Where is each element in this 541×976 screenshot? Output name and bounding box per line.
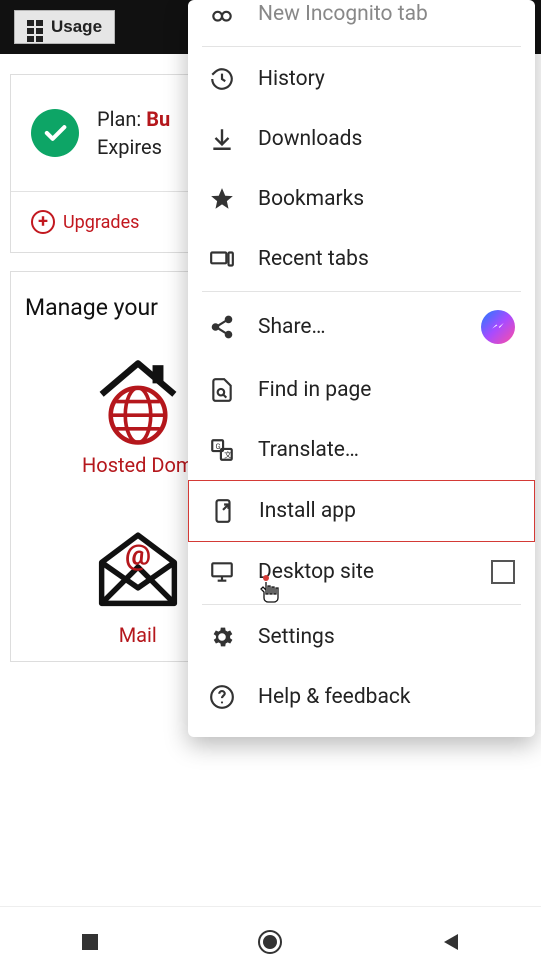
menu-item-recent-tabs[interactable]: Recent tabs xyxy=(188,229,535,289)
android-navbar xyxy=(0,906,541,976)
menu-item-translate[interactable]: G文 Translate… xyxy=(188,420,535,480)
menu-label: Find in page xyxy=(258,378,371,402)
menu-item-find-in-page[interactable]: Find in page xyxy=(188,360,535,420)
menu-label: Share… xyxy=(258,315,326,339)
menu-item-history[interactable]: History xyxy=(188,49,535,109)
upgrades-label: Upgrades xyxy=(63,212,139,233)
tile-label: Mail xyxy=(119,623,157,647)
menu-item-desktop-site[interactable]: Desktop site xyxy=(188,542,535,602)
menu-label: Recent tabs xyxy=(258,247,369,271)
menu-item-help[interactable]: Help & feedback xyxy=(188,667,535,727)
menu-label: Translate… xyxy=(258,438,359,462)
recent-tabs-icon xyxy=(208,245,236,273)
nav-back-button[interactable] xyxy=(431,922,471,962)
svg-text:@: @ xyxy=(125,538,151,572)
menu-item-bookmarks[interactable]: Bookmarks xyxy=(188,169,535,229)
browser-overflow-menu: New Incognito tab History Downloads Book… xyxy=(188,0,535,737)
grid-icon xyxy=(27,20,45,34)
find-in-page-icon xyxy=(208,376,236,404)
menu-item-install-app[interactable]: Install app xyxy=(188,480,535,542)
gear-icon xyxy=(208,623,236,651)
nav-recent-button[interactable] xyxy=(70,922,110,962)
menu-item-incognito[interactable]: New Incognito tab xyxy=(188,0,535,44)
menu-separator xyxy=(202,604,521,605)
menu-label: Downloads xyxy=(258,127,362,151)
svg-text:G: G xyxy=(216,442,221,451)
plan-text: Plan: Bu Expires xyxy=(97,105,170,161)
downloads-icon xyxy=(208,125,236,153)
help-icon xyxy=(208,683,236,711)
menu-label: History xyxy=(258,67,325,91)
incognito-icon xyxy=(208,0,236,28)
share-icon xyxy=(208,313,236,341)
plan-name: Bu xyxy=(146,107,170,131)
menu-separator xyxy=(202,46,521,47)
svg-text:文: 文 xyxy=(224,450,232,460)
menu-label: Desktop site xyxy=(258,560,374,584)
install-app-icon xyxy=(209,497,237,525)
menu-item-downloads[interactable]: Downloads xyxy=(188,109,535,169)
usage-label: Usage xyxy=(51,17,102,37)
desktop-icon xyxy=(208,558,236,586)
tile-label: Hosted Dom xyxy=(82,453,193,477)
menu-label: Help & feedback xyxy=(258,685,411,709)
envelope-at-icon: @ xyxy=(83,517,193,617)
menu-label: New Incognito tab xyxy=(258,2,428,26)
check-circle-icon xyxy=(31,109,79,157)
menu-label: Install app xyxy=(259,499,356,523)
plan-expires: Expires xyxy=(97,133,170,161)
menu-item-settings[interactable]: Settings xyxy=(188,607,535,667)
menu-label: Bookmarks xyxy=(258,187,364,211)
usage-button[interactable]: Usage xyxy=(14,10,115,44)
nav-home-button[interactable] xyxy=(250,922,290,962)
translate-icon: G文 xyxy=(208,436,236,464)
menu-label: Settings xyxy=(258,625,335,649)
desktop-site-checkbox[interactable] xyxy=(491,560,515,584)
menu-item-share[interactable]: Share… xyxy=(188,294,535,360)
menu-separator xyxy=(202,291,521,292)
messenger-icon xyxy=(481,310,515,344)
plus-circle-icon: + xyxy=(31,210,55,234)
history-icon xyxy=(208,65,236,93)
star-icon xyxy=(208,185,236,213)
house-globe-icon xyxy=(83,347,193,447)
